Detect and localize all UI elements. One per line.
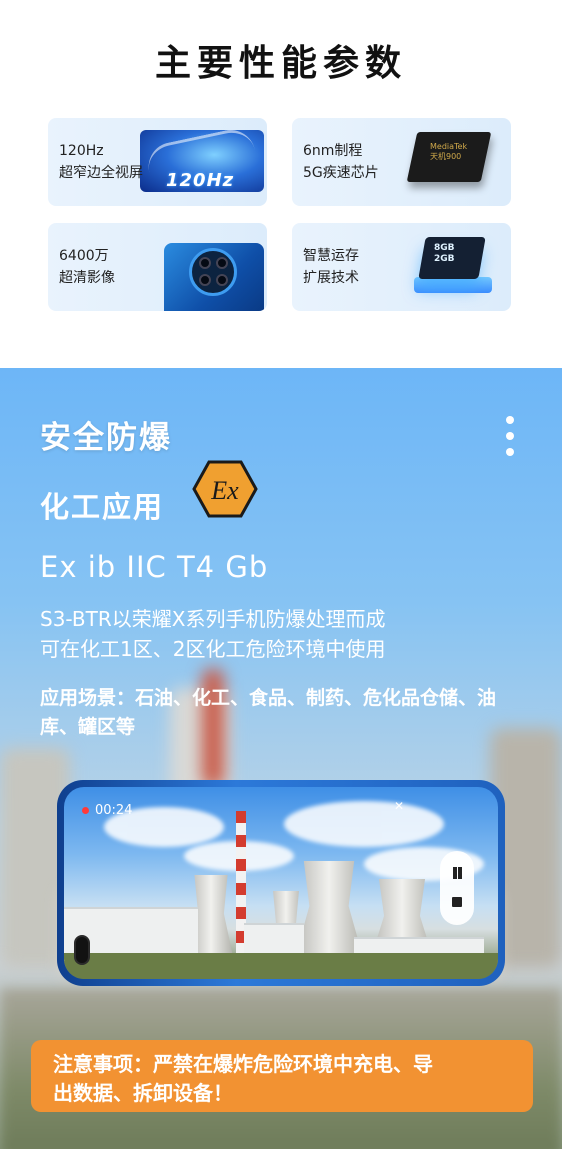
cloud [284, 801, 444, 847]
lens-icon [216, 274, 228, 286]
grass [64, 953, 498, 979]
memory-size-1: 8GB [434, 243, 455, 253]
screen-art-label: 120Hz [166, 170, 235, 191]
spec-card-chip: MediaTek 天机900 6nm制程 5G疾速芯片 [292, 118, 511, 206]
ex-marking: Ex ib IIC T4 Gb [40, 550, 269, 584]
description-line2: 可在化工1区、2区化工危险环境中使用 [40, 637, 386, 661]
description-line1: S3-BTR以荣耀X系列手机防爆处理而成 [40, 607, 386, 631]
chip-brand: MediaTek [430, 142, 468, 151]
memory-chip-label: 8GB 2GB [434, 243, 455, 265]
spec-card-memory: 8GB 2GB 智慧运存 扩展技术 [292, 223, 511, 311]
notice-line2: 出数据、拆卸设备！ [53, 1081, 233, 1105]
spec-card-text: 6400万 超清影像 [59, 245, 115, 289]
spec-card-line2: 5G疾速芯片 [303, 165, 379, 181]
description: S3-BTR以荣耀X系列手机防爆处理而成 可在化工1区、2区化工危险环境中使用 [40, 604, 385, 664]
record-controls [440, 851, 474, 925]
spec-card-line1: 6nm制程 [303, 143, 363, 159]
camera-viewfinder: 00:24 ✕ [64, 787, 498, 979]
spec-card-refresh: 120Hz 120Hz 超窄边全视屏 [48, 118, 267, 206]
bird-icon: ✕ [394, 799, 405, 813]
spec-card-line1: 120Hz [59, 143, 104, 159]
chip-label: MediaTek 天机900 [430, 142, 467, 162]
phone-mockup: 00:24 ✕ [57, 780, 505, 986]
more-vertical-icon[interactable] [500, 416, 520, 456]
pause-icon[interactable] [450, 867, 464, 879]
spec-card-line1: 6400万 [59, 248, 109, 264]
lens-icon [216, 257, 228, 269]
section-subtitle: 化工应用 [40, 490, 165, 524]
spec-card-text: 6nm制程 5G疾速芯片 [303, 140, 379, 184]
spec-section: 主要性能参数 120Hz 120Hz 超窄边全视屏 MediaTek 天机900… [0, 0, 562, 368]
recording-indicator: 00:24 [82, 803, 132, 818]
ex-badge-text: Ex [210, 476, 239, 505]
spec-card-line2: 超清影像 [59, 270, 115, 286]
spec-card-line2: 超窄边全视屏 [59, 165, 143, 181]
spec-card-camera: 6400万 超清影像 [48, 223, 267, 311]
warning-notice: 注意事项：严禁在爆炸危险环境中充电、导 出数据、拆卸设备！ [31, 1040, 533, 1112]
record-dot-icon [82, 807, 89, 814]
notice-line1: 注意事项：严禁在爆炸危险环境中充电、导 [53, 1052, 433, 1076]
lens-icon [199, 257, 211, 269]
spec-card-line1: 智慧运存 [303, 248, 359, 264]
chip-model: 天机900 [430, 152, 462, 161]
page-title: 主要性能参数 [154, 43, 407, 84]
safety-section: 安全防爆 化工应用 Ex Ex ib IIC T4 Gb S3-BTR以荣耀X系… [0, 368, 562, 1149]
stop-icon[interactable] [452, 897, 462, 907]
spec-card-text: 120Hz 超窄边全视屏 [59, 140, 143, 184]
spec-card-text: 智慧运存 扩展技术 [303, 245, 359, 289]
camera-module-icon [189, 248, 237, 296]
section-title: 安全防爆 [40, 420, 172, 456]
recording-time: 00:24 [95, 803, 133, 818]
lens-icon [199, 274, 211, 286]
application-scenes: 应用场景：石油、化工、食品、制药、危化品仓储、油库、罐区等 [40, 687, 497, 738]
memory-glow [414, 277, 492, 293]
front-camera-icon [74, 935, 90, 965]
ex-hexagon-icon: Ex [192, 460, 258, 518]
spec-card-line2: 扩展技术 [303, 270, 359, 286]
memory-size-2: 2GB [434, 254, 455, 264]
